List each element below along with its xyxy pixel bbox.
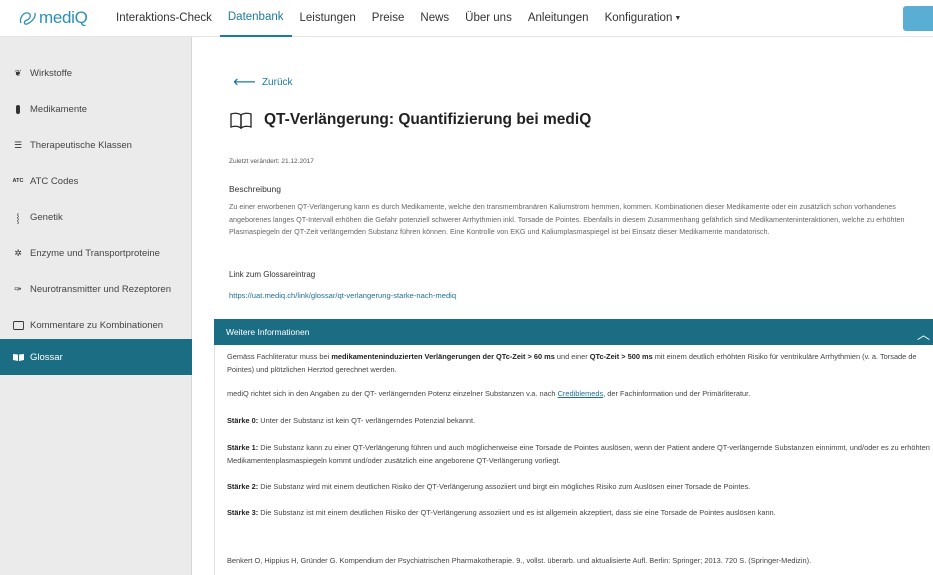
paragraph-staerke-2: Stärke 2: Die Substanz wird mit einem de… bbox=[227, 481, 932, 494]
sidebar-item-medikamente[interactable]: Medikamente bbox=[0, 91, 192, 127]
more-info-header[interactable]: Weitere Informationen ︿ bbox=[214, 319, 933, 345]
logo-text: mediQ bbox=[39, 8, 88, 27]
sidebar-item-label: ATC Codes bbox=[30, 175, 79, 187]
sidebar-item-kommentare[interactable]: Kommentare zu Kombinationen bbox=[0, 307, 192, 343]
sidebar-item-label: Glossar bbox=[30, 351, 63, 363]
paragraph-reference: Benkert O, Hippius H, Gründer G. Kompend… bbox=[227, 556, 812, 565]
sidebar-item-therapeutische-klassen[interactable]: ☰ Therapeutische Klassen bbox=[0, 127, 192, 163]
sidebar-item-label: Neurotransmitter und Rezeptoren bbox=[30, 283, 171, 295]
last-updated: Zuletzt verändert: 21.12.2017 bbox=[229, 158, 314, 165]
paragraph-staerke-0: Stärke 0: Unter der Substanz ist kein QT… bbox=[227, 415, 932, 428]
chevron-up-icon: ︿ bbox=[916, 327, 930, 342]
list-icon: ☰ bbox=[13, 139, 23, 150]
crediblemeds-link[interactable]: Crediblemeds bbox=[558, 389, 604, 398]
sidebar-item-label: Therapeutische Klassen bbox=[30, 139, 132, 151]
sidebar-item-label: Medikamente bbox=[30, 103, 88, 115]
more-info-title: Weitere Informationen bbox=[226, 327, 310, 337]
title-row: QT-Verlängerung: Quantifizierung bei med… bbox=[230, 111, 591, 129]
sidebar-item-atc-codes[interactable]: ATC ATC Codes bbox=[0, 163, 192, 199]
open-book-icon bbox=[230, 112, 252, 129]
text-bold: medikamenteninduzierten Verlängerungen d… bbox=[331, 352, 555, 361]
caret-down-icon: ▼ bbox=[674, 14, 682, 22]
nav-konfiguration[interactable]: Konfiguration ▼ bbox=[597, 0, 690, 37]
page-title: QT-Verlängerung: Quantifizierung bei med… bbox=[264, 111, 592, 128]
nav-datenbank[interactable]: Datenbank bbox=[219, 0, 292, 37]
text-bold: Stärke 0: bbox=[227, 416, 259, 425]
paragraph-qtc: Gemäss Fachliteratur muss bei medikament… bbox=[227, 351, 932, 376]
text-segment: Die Substanz wird mit einem deutlichen R… bbox=[258, 482, 751, 491]
sidebar-item-enzyme[interactable]: ✲ Enzyme und Transportproteine bbox=[0, 235, 192, 271]
top-navigation-bar: mediQ Interaktions-Check Datenbank Leist… bbox=[0, 0, 933, 37]
sidebar-item-genetik[interactable]: ⸾ Genetik bbox=[0, 199, 192, 235]
text-bold: Stärke 2: bbox=[227, 482, 259, 491]
nav-konfiguration-label: Konfiguration bbox=[604, 12, 673, 24]
back-link[interactable]: ⟵ Zurück bbox=[233, 73, 293, 91]
paragraph-sources: mediQ richtet sich in den Angaben zu der… bbox=[227, 388, 932, 401]
glossary-link[interactable]: https://uat.mediq.ch/link/glossar/qt-ver… bbox=[229, 291, 456, 300]
more-info-body: Gemäss Fachliteratur muss bei medikament… bbox=[214, 345, 933, 575]
glossary-link-label: Link zum Glossareintrag bbox=[229, 270, 316, 279]
sidebar-item-glossar[interactable]: Glossar bbox=[0, 339, 192, 375]
main-content: ⟵ Zurück QT-Verlängerung: Quantifizierun… bbox=[192, 37, 933, 575]
paragraph-staerke-3: Stärke 3: Die Substanz ist mit einem deu… bbox=[227, 507, 932, 520]
nav-interaktions-check[interactable]: Interaktions-Check bbox=[108, 0, 220, 37]
mediq-logo[interactable]: mediQ bbox=[18, 8, 108, 28]
text-segment: Die Substanz kann zu einer QT-Verlängeru… bbox=[227, 443, 930, 465]
sidebar-item-wirkstoffe[interactable]: ❦ Wirkstoffe bbox=[0, 55, 192, 91]
atc-icon: ATC bbox=[12, 178, 24, 184]
sidebar-item-label: Kommentare zu Kombinationen bbox=[30, 319, 164, 331]
comment-icon bbox=[11, 320, 25, 330]
text-segment: Unter der Substanz ist kein QT- verlänge… bbox=[258, 416, 476, 425]
description-label: Beschreibung bbox=[229, 184, 281, 194]
nav-news[interactable]: News bbox=[412, 0, 457, 37]
enzyme-icon: ✲ bbox=[14, 247, 22, 258]
sidebar-item-label: Enzyme und Transportproteine bbox=[30, 247, 160, 259]
neuron-icon: ✑ bbox=[14, 283, 22, 294]
paragraph-staerke-1: Stärke 1: Die Substanz kann zu einer QT-… bbox=[227, 442, 932, 467]
text-bold: Stärke 1: bbox=[227, 443, 259, 452]
text-segment: Die Substanz ist mit einem deutlichen Ri… bbox=[258, 508, 776, 517]
text-segment: Gemäss Fachliteratur muss bei bbox=[227, 352, 332, 361]
text-bold: QTc-Zeit > 500 ms bbox=[589, 352, 653, 361]
arrow-left-icon: ⟵ bbox=[233, 73, 256, 91]
pill-icon bbox=[11, 104, 25, 114]
top-right-button[interactable] bbox=[903, 6, 933, 31]
mediq-logo-icon bbox=[19, 12, 36, 25]
sidebar-item-neurotransmitter[interactable]: ✑ Neurotransmitter und Rezeptoren bbox=[0, 271, 192, 307]
nav-preise[interactable]: Preise bbox=[364, 0, 413, 37]
nav-anleitungen[interactable]: Anleitungen bbox=[520, 0, 597, 37]
sidebar: ❦ Wirkstoffe Medikamente ☰ Therapeutisch… bbox=[0, 37, 192, 575]
back-label: Zurück bbox=[261, 77, 293, 88]
substance-icon: ❦ bbox=[14, 67, 22, 78]
dna-icon: ⸾ bbox=[16, 212, 20, 223]
text-bold: Stärke 3: bbox=[227, 508, 259, 517]
text-segment: mediQ richtet sich in den Angaben zu der… bbox=[227, 389, 558, 398]
description-text: Zu einer erworbenen QT-Verlängerung kann… bbox=[229, 202, 905, 236]
nav-ueber-uns[interactable]: Über uns bbox=[457, 0, 520, 37]
more-info-panel: Weitere Informationen ︿ Gemäss Fachliter… bbox=[214, 319, 933, 575]
book-icon bbox=[11, 353, 25, 361]
main-nav: Interaktions-Check Datenbank Leistungen … bbox=[108, 0, 689, 37]
nav-leistungen[interactable]: Leistungen bbox=[292, 0, 364, 37]
text-segment: , der Fachinformation und der Primärlite… bbox=[603, 389, 751, 398]
sidebar-item-label: Genetik bbox=[30, 211, 63, 223]
sidebar-item-label: Wirkstoffe bbox=[30, 67, 73, 79]
text-segment: und einer bbox=[554, 352, 590, 361]
